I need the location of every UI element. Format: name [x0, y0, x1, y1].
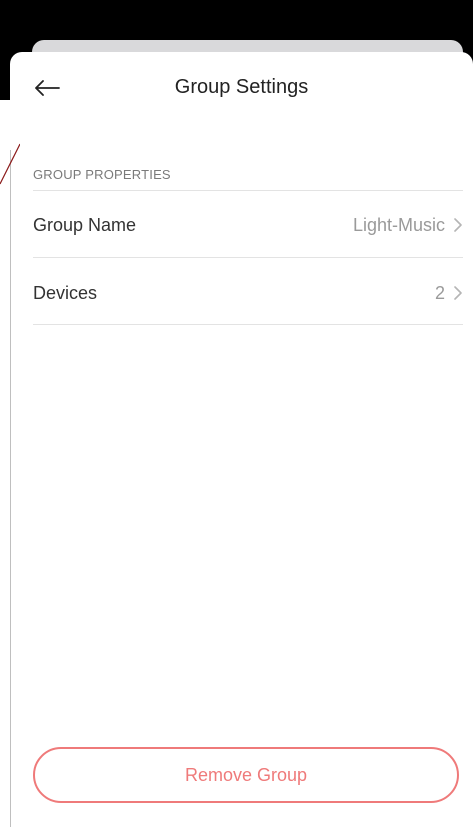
devices-count: 2: [434, 282, 445, 303]
accent-stroke: [0, 143, 20, 185]
screen: Group Settings GROUP PROPERTIES Group Na…: [0, 0, 473, 827]
divider: [33, 324, 463, 325]
section-header: GROUP PROPERTIES: [33, 167, 171, 182]
group-name-row[interactable]: Group Name Light-Music: [33, 192, 463, 258]
group-name-value: Light-Music: [352, 214, 445, 235]
devices-label: Devices: [33, 282, 98, 303]
group-name-value-wrap: Light-Music: [353, 215, 463, 236]
devices-value-wrap: 2: [435, 283, 463, 304]
devices-row[interactable]: Devices 2: [33, 260, 463, 326]
page-title: Group Settings: [174, 76, 309, 98]
divider: [33, 190, 463, 191]
chevron-right-icon: [454, 286, 462, 300]
group-name-label: Group Name: [33, 214, 137, 235]
header-bar: Group Settings: [10, 60, 473, 118]
chevron-right-icon: [454, 218, 462, 232]
divider: [33, 257, 463, 258]
sheet-edge: [10, 150, 11, 827]
remove-group-button[interactable]: Remove Group: [33, 747, 459, 803]
